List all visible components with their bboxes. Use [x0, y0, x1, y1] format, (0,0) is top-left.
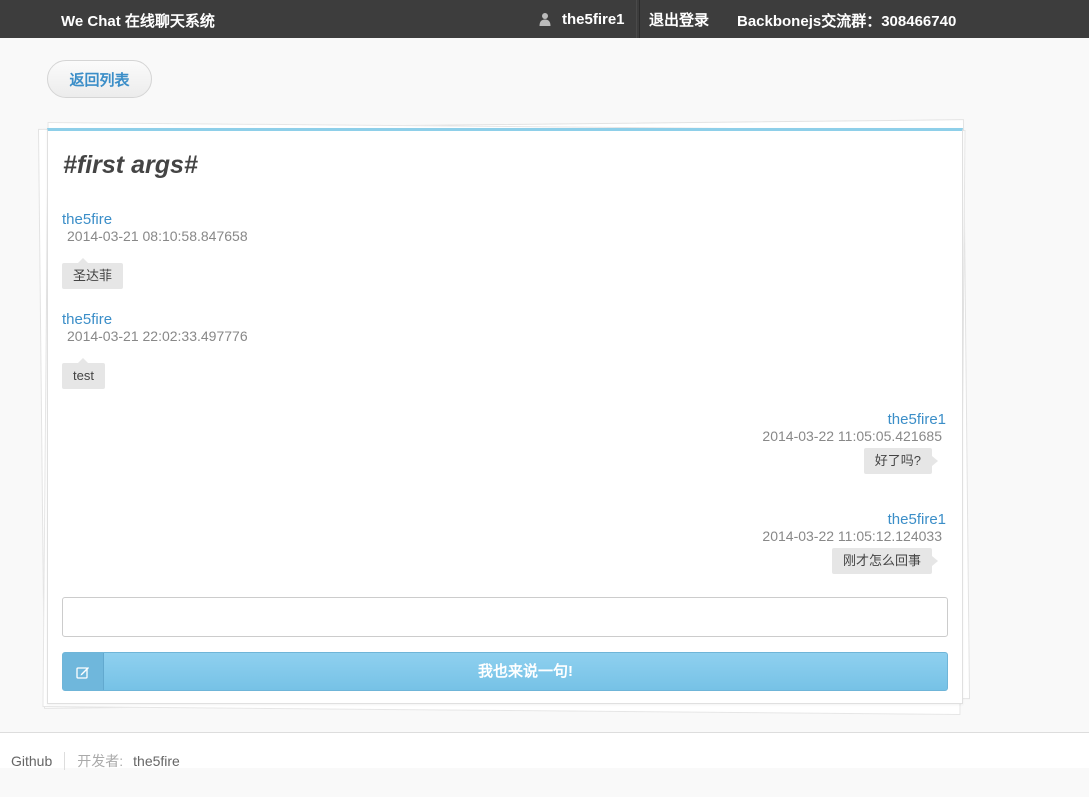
github-link[interactable]: Github — [11, 753, 52, 769]
developer-name[interactable]: the5fire — [133, 753, 180, 769]
message-time: 2014-03-22 11:05:12.124033 — [762, 528, 942, 544]
footer: Github 开发者: the5fire — [11, 751, 180, 771]
message-bubble: test — [62, 358, 105, 389]
message-time: 2014-03-21 08:10:58.847658 — [67, 228, 248, 244]
developer-label: 开发者: — [77, 753, 124, 769]
back-to-list-button[interactable]: 返回列表 — [47, 60, 152, 98]
edit-icon — [63, 653, 104, 690]
qq-group-info: Backbonejs交流群：308466740 — [737, 13, 957, 30]
topic-title: #first args# — [63, 151, 198, 179]
message-author[interactable]: the5fire — [62, 311, 248, 328]
message-author[interactable]: the5fire1 — [762, 511, 946, 528]
message-author[interactable]: the5fire — [62, 211, 248, 228]
logout-link[interactable]: 退出登录 — [636, 0, 709, 38]
message-input[interactable] — [62, 597, 948, 637]
topic-card: #first args# the5fire 2014-03-21 08:10:5… — [47, 128, 963, 704]
nav-user[interactable]: the5fire1 — [538, 0, 640, 38]
nav-username: the5fire1 — [562, 10, 625, 28]
message-item: the5fire 2014-03-21 08:10:58.847658 圣达菲 — [62, 211, 248, 289]
message-item: the5fire1 2014-03-22 11:05:05.421685 好了吗… — [762, 411, 946, 474]
message-time: 2014-03-22 11:05:05.421685 — [762, 428, 942, 444]
top-navbar: We Chat 在线聊天系统 the5fire1 退出登录 Backbonejs… — [0, 0, 1089, 38]
app-brand[interactable]: We Chat 在线聊天系统 — [61, 10, 215, 31]
message-item: the5fire1 2014-03-22 11:05:12.124033 刚才怎… — [762, 511, 946, 574]
message-item: the5fire 2014-03-21 22:02:33.497776 test — [62, 311, 248, 389]
user-icon — [538, 12, 552, 26]
send-message-button[interactable]: 我也来说一句! — [62, 652, 948, 691]
message-bubble: 刚才怎么回事 — [831, 548, 939, 574]
send-button-label: 我也来说一句! — [478, 663, 573, 680]
message-time: 2014-03-21 22:02:33.497776 — [67, 328, 248, 344]
message-bubble: 好了吗? — [863, 448, 939, 474]
message-author[interactable]: the5fire1 — [762, 411, 946, 428]
footer-separator — [64, 752, 66, 770]
message-bubble: 圣达菲 — [62, 258, 124, 289]
